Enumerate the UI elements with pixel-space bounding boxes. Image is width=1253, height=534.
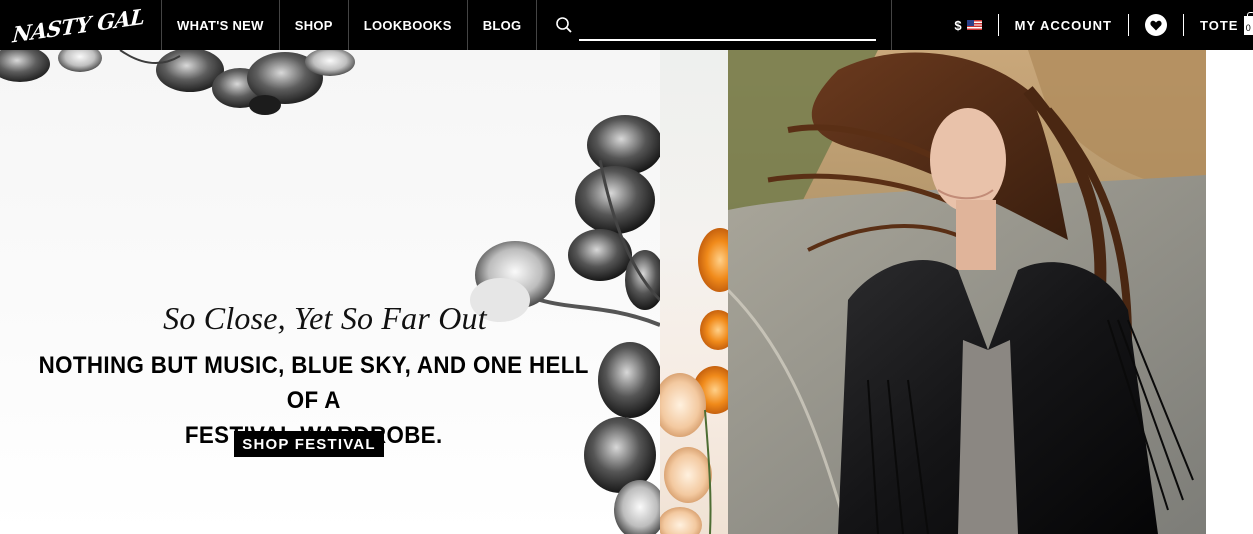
us-flag-icon (966, 20, 982, 30)
model-with-hair-image (728, 50, 1206, 534)
currency-symbol: $ (954, 17, 962, 33)
hero-left-panel: So Close, Yet So Far Out NOTHING BUT MUS… (0, 50, 660, 534)
heart-icon (1150, 20, 1162, 30)
tote-label: TOTE (1200, 17, 1239, 33)
hero-headline-line-1: NOTHING BUT MUSIC, BLUE SKY, AND ONE HEL… (38, 352, 589, 414)
my-account-link[interactable]: MY ACCOUNT (999, 0, 1128, 50)
wishlist-circle (1145, 14, 1167, 36)
nav-link-whats-new[interactable]: WHAT'S NEW (162, 0, 280, 50)
top-nav: NASTY GAL WHAT'S NEW SHOP LOOKBOOKS BLOG… (0, 0, 1253, 50)
wishlist-button[interactable] (1129, 0, 1183, 50)
hero-banner[interactable]: So Close, Yet So Far Out NOTHING BUT MUS… (0, 50, 1253, 534)
hero-tagline: So Close, Yet So Far Out (163, 300, 487, 336)
model-photo (728, 50, 1206, 534)
tote-bag-icon: 0 (1244, 11, 1253, 35)
nav-link-shop[interactable]: SHOP (280, 0, 349, 50)
search-icon[interactable] (555, 16, 573, 34)
tote-count: 0 (1245, 22, 1252, 33)
search-input[interactable] (579, 19, 877, 41)
search-bar (537, 0, 893, 50)
brand-logo[interactable]: NASTY GAL (0, 0, 162, 50)
shop-festival-button[interactable]: SHOP FESTIVAL (234, 431, 384, 457)
monochrome-flowers-illustration (0, 50, 660, 534)
orange-flowers-image (660, 228, 728, 534)
tote-button[interactable]: TOTE 0 (1184, 0, 1253, 50)
currency-selector[interactable]: $ (954, 0, 997, 50)
logo-text[interactable]: NASTY GAL (12, 3, 146, 47)
nav-link-blog[interactable]: BLOG (468, 0, 538, 50)
nav-link-lookbooks[interactable]: LOOKBOOKS (349, 0, 468, 50)
orange-flowers-strip (660, 50, 728, 534)
hero-right-margin (1206, 50, 1253, 534)
